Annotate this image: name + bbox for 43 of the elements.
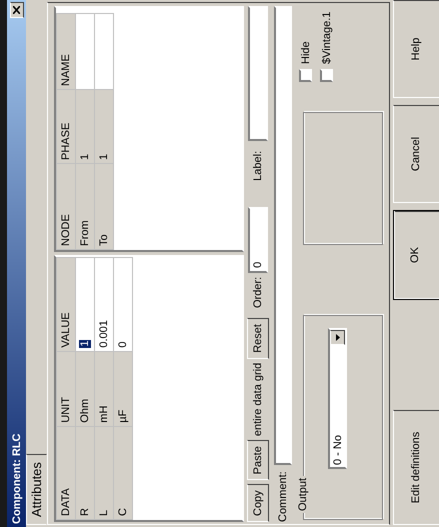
- output-label: Output: [297, 476, 309, 513]
- column-header: VALUE: [56, 258, 76, 352]
- table-cell[interactable]: [94, 14, 114, 90]
- grid-button[interactable]: Paste: [247, 440, 269, 480]
- column-header: DATA: [56, 426, 76, 520]
- column-header: NODE: [56, 164, 76, 250]
- tab[interactable]: Attributes: [26, 454, 47, 525]
- dialog-button[interactable]: OK: [393, 210, 439, 300]
- table-cell: To: [94, 164, 114, 250]
- checkbox[interactable]: [299, 69, 312, 82]
- label-label: Label:: [252, 150, 264, 181]
- checkbox[interactable]: [320, 69, 333, 82]
- table-cell: mH: [94, 351, 114, 426]
- table-cell[interactable]: 1: [76, 258, 94, 352]
- comment-field[interactable]: [274, 8, 292, 466]
- reset-button[interactable]: Reset: [247, 318, 269, 359]
- grid-button[interactable]: Copy: [247, 484, 269, 522]
- table-cell: R: [76, 426, 94, 520]
- column-header: UNIT: [56, 351, 76, 426]
- table-cell[interactable]: 0: [114, 258, 132, 352]
- column-header: PHASE: [56, 90, 76, 164]
- checkbox-label: Hide: [300, 41, 312, 64]
- column-header: NAME: [56, 14, 76, 90]
- grid-note: entire data grid: [252, 362, 264, 436]
- table-cell: 1: [76, 90, 94, 164]
- comment-label: Comment:: [277, 471, 289, 522]
- checkbox-label: $Vintage.1: [320, 12, 332, 64]
- label-field[interactable]: [248, 8, 268, 141]
- order-field[interactable]: 0: [248, 206, 268, 273]
- table-cell: 1: [94, 90, 114, 164]
- dialog-button[interactable]: Cancel: [393, 105, 439, 203]
- order-label: Order:: [252, 276, 264, 308]
- close-icon: [13, 8, 20, 14]
- table-cell: From: [76, 164, 94, 250]
- table-cell[interactable]: [76, 14, 94, 90]
- dialog-button[interactable]: Edit definitions: [393, 410, 439, 525]
- table-cell: Ohm: [76, 351, 94, 426]
- table-cell[interactable]: 0.001: [94, 258, 114, 352]
- table-cell: C: [114, 426, 132, 520]
- table-cell: µF: [114, 351, 132, 426]
- table-cell: L: [94, 426, 114, 520]
- output-dropdown[interactable]: 0 - No: [328, 328, 347, 469]
- window-title: Component: RLC: [10, 434, 22, 524]
